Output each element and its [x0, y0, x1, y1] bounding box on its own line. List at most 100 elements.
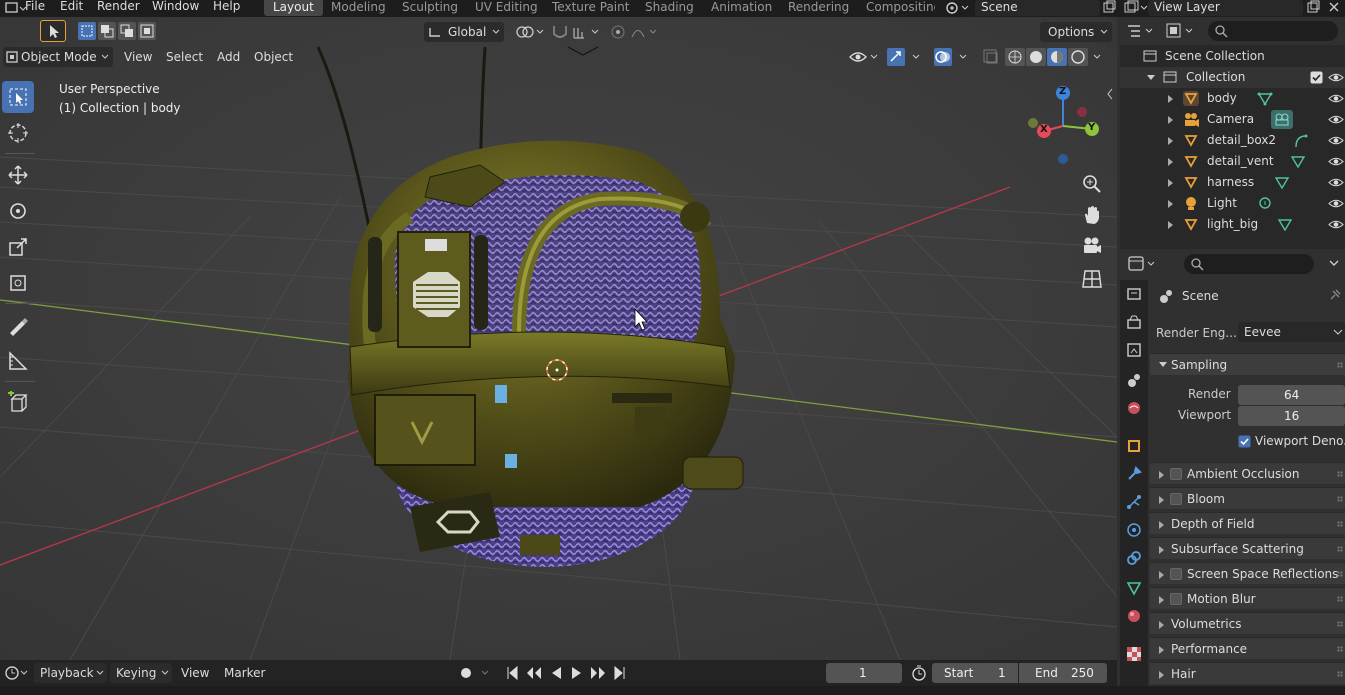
timeline-view-menu[interactable]: View	[181, 666, 209, 680]
add-menu[interactable]: Add	[211, 47, 246, 67]
tab-animation[interactable]: Animation	[702, 0, 781, 16]
menu-render[interactable]: Render	[97, 0, 140, 15]
preview-range-icon[interactable]	[908, 663, 930, 683]
pivot-point-icon[interactable]	[512, 22, 546, 42]
select-tool-button[interactable]	[40, 20, 66, 42]
outliner-collection[interactable]: Collection	[1120, 67, 1345, 88]
view-layer-icon[interactable]	[1120, 0, 1150, 16]
play-icon[interactable]	[566, 663, 586, 683]
outliner-item-camera[interactable]: Camera	[1120, 109, 1345, 130]
tab-rendering[interactable]: Rendering	[779, 0, 858, 16]
tab-sculpting[interactable]: Sculpting	[393, 0, 467, 16]
menu-file[interactable]: File	[25, 0, 45, 15]
panel-hair[interactable]: Hair	[1150, 662, 1345, 684]
outliner-item-detail-box2[interactable]: detail_box2	[1120, 130, 1345, 151]
new-scene-icon[interactable]	[1101, 0, 1117, 16]
data-tab-icon[interactable]	[1123, 577, 1145, 599]
tab-modeling[interactable]: Modeling	[322, 0, 395, 16]
render-tab-icon[interactable]	[1123, 311, 1145, 333]
pan-hand-icon[interactable]	[1080, 203, 1104, 227]
select-menu[interactable]: Select	[160, 47, 209, 67]
material-tab-icon[interactable]	[1123, 605, 1145, 627]
zoom-icon[interactable]	[1080, 172, 1104, 196]
select-subtract-icon[interactable]	[118, 22, 136, 40]
expand-arrow-icon[interactable]	[1166, 220, 1176, 230]
expand-arrow-icon[interactable]	[1166, 157, 1176, 167]
particles-tab-icon[interactable]	[1123, 491, 1145, 513]
panel-drag-handle[interactable]	[1337, 621, 1343, 627]
ambient-occlusion-checkbox[interactable]	[1170, 468, 1182, 480]
overlays-toggle-icon[interactable]	[932, 47, 974, 67]
view-menu[interactable]: View	[118, 47, 158, 67]
playback-dropdown[interactable]: Playback	[34, 663, 107, 683]
3d-viewport[interactable]: Object Mode View Select Add Object Globa…	[0, 17, 1117, 660]
menu-window[interactable]: Window	[152, 0, 199, 15]
jump-end-icon[interactable]	[610, 663, 630, 683]
auto-keying-toggle[interactable]	[455, 663, 495, 683]
pin-icon[interactable]	[1328, 288, 1342, 302]
snap-icon[interactable]	[550, 22, 602, 42]
eye-icon[interactable]	[1328, 92, 1344, 105]
motion-blur-checkbox[interactable]	[1170, 593, 1182, 605]
view-layer-field[interactable]: View Layer	[1148, 0, 1303, 16]
panel-motion-blur[interactable]: Motion Blur	[1150, 587, 1345, 609]
object-menu[interactable]: Object	[248, 47, 299, 67]
measure-tool[interactable]	[2, 345, 34, 377]
transform-tool[interactable]	[2, 267, 34, 299]
render-engine-dropdown[interactable]: Eevee	[1238, 322, 1345, 342]
next-keyframe-icon[interactable]	[588, 663, 608, 683]
ssr-checkbox[interactable]	[1170, 568, 1182, 580]
new-view-layer-icon[interactable]	[1305, 0, 1321, 16]
expand-arrow-icon[interactable]	[1146, 73, 1156, 83]
proportional-editing-icon[interactable]	[608, 22, 660, 42]
timeline-editor-type-icon[interactable]	[3, 663, 31, 683]
perspective-toggle-icon[interactable]	[1080, 267, 1104, 291]
expand-arrow-icon[interactable]	[1166, 115, 1176, 125]
eye-icon[interactable]	[1328, 197, 1344, 210]
move-tool[interactable]	[2, 159, 34, 191]
rotate-tool[interactable]	[2, 195, 34, 227]
sidebar-toggle-icon[interactable]	[1105, 87, 1115, 101]
panel-drag-handle[interactable]	[1337, 362, 1343, 368]
transform-orientation-dropdown[interactable]: Global	[424, 22, 504, 42]
outliner-item-body[interactable]: body	[1120, 88, 1345, 109]
viewport-samples-field[interactable]: 16	[1238, 406, 1345, 426]
properties-search-input[interactable]	[1184, 254, 1314, 274]
eye-icon[interactable]	[1328, 113, 1344, 126]
output-tab-icon[interactable]	[1123, 339, 1145, 361]
world-tab-icon[interactable]	[1123, 397, 1145, 419]
panel-drag-handle[interactable]	[1337, 521, 1343, 527]
scene-tab-icon[interactable]	[1123, 369, 1145, 391]
select-extend-icon[interactable]	[98, 22, 116, 40]
outliner-scene-collection[interactable]: Scene Collection	[1120, 46, 1345, 67]
exclude-checkbox-icon[interactable]	[1310, 71, 1323, 84]
eye-icon[interactable]	[1328, 155, 1344, 168]
eye-icon[interactable]	[1328, 218, 1344, 231]
panel-drag-handle[interactable]	[1337, 646, 1343, 652]
display-mode-icon[interactable]	[1164, 21, 1198, 41]
panel-volumetrics[interactable]: Volumetrics	[1150, 612, 1345, 634]
tab-texture-paint[interactable]: Texture Paint	[543, 0, 638, 16]
object-tab-icon[interactable]	[1123, 435, 1145, 457]
panel-screen-space-reflections[interactable]: Screen Space Reflections	[1150, 562, 1345, 584]
tab-uv-editing[interactable]: UV Editing	[466, 0, 547, 16]
expand-arrow-icon[interactable]	[1166, 178, 1176, 188]
tab-layout[interactable]: Layout	[264, 0, 323, 16]
options-dropdown[interactable]: Options	[1040, 22, 1112, 42]
expand-arrow-icon[interactable]	[1166, 94, 1176, 104]
close-icon[interactable]	[1325, 0, 1343, 16]
gizmo-toggle-icon[interactable]	[885, 47, 927, 67]
expand-arrow-icon[interactable]	[1166, 136, 1176, 146]
select-intersect-icon[interactable]	[138, 22, 156, 40]
panel-ambient-occlusion[interactable]: Ambient Occlusion	[1150, 462, 1345, 484]
panel-drag-handle[interactable]	[1337, 671, 1343, 677]
expand-arrow-icon[interactable]	[1166, 199, 1176, 209]
panel-subsurface-scattering[interactable]: Subsurface Scattering	[1150, 537, 1345, 559]
panel-performance[interactable]: Performance	[1150, 637, 1345, 659]
eye-icon[interactable]	[1328, 134, 1344, 147]
outliner-item-light[interactable]: Light	[1120, 193, 1345, 214]
camera-view-icon[interactable]	[1080, 234, 1104, 258]
outliner-search-input[interactable]	[1208, 21, 1338, 41]
add-cube-tool[interactable]	[2, 387, 34, 419]
texture-tab-icon[interactable]	[1123, 643, 1145, 665]
